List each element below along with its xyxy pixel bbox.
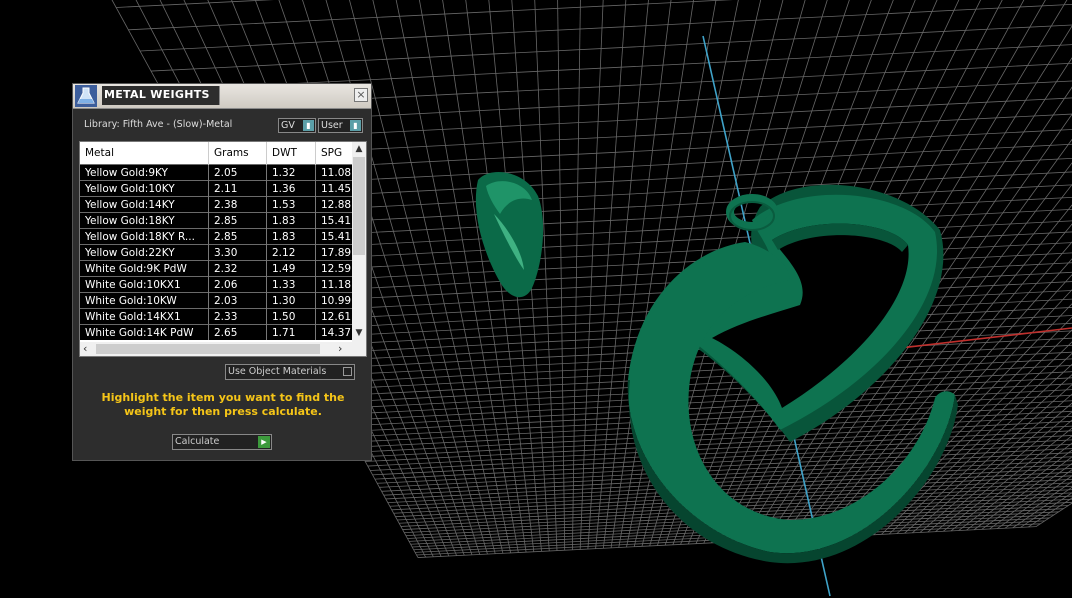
- user-dropdown-value: User: [321, 120, 343, 131]
- play-icon: ▶: [258, 436, 270, 448]
- horizontal-scrollbar[interactable]: ‹ ›: [80, 342, 366, 356]
- dwt-cell: 1.71: [266, 324, 316, 340]
- grid-line: [161, 44, 1072, 91]
- table-row[interactable]: Yellow Gold:10KY 2.11 1.36 11.45: [80, 180, 364, 197]
- library-label: Library: Fifth Ave - (Slow)-Metal: [84, 119, 233, 130]
- table-row[interactable]: Yellow Gold:18KY R... 2.85 1.83 15.41: [80, 228, 364, 245]
- use-object-materials-label: Use Object Materials: [228, 366, 327, 377]
- dwt-cell: 1.83: [266, 212, 316, 229]
- vertical-scrollbar[interactable]: ▲ ▼: [352, 142, 366, 342]
- dwt-cell: 1.53: [266, 196, 316, 213]
- metal-cell: Yellow Gold:18KY R...: [80, 228, 209, 245]
- metal-table-container[interactable]: Metal Grams DWT SPG Yellow Gold:9KY 2.05 1…: [79, 141, 367, 357]
- grams-cell: 2.03: [208, 292, 267, 309]
- table-row[interactable]: White Gold:14KX1 2.33 1.50 12.61: [80, 308, 364, 325]
- grid-line: [557, 0, 566, 551]
- table-row[interactable]: Yellow Gold:18KY 2.85 1.83 15.41: [80, 212, 364, 229]
- calculate-button[interactable]: Calculate ▶: [172, 434, 272, 450]
- user-dropdown[interactable]: User ▮: [318, 118, 363, 133]
- grams-cell: 2.85: [208, 228, 267, 245]
- dwt-cell: 1.32: [266, 164, 316, 181]
- dwt-cell: 1.50: [266, 308, 316, 325]
- grid-line: [329, 358, 1072, 397]
- grams-cell: 2.38: [208, 196, 267, 213]
- metal-cell: White Gold:14KX1: [80, 308, 209, 325]
- calculate-label: Calculate: [175, 436, 220, 447]
- scroll-up-icon[interactable]: ▲: [352, 144, 366, 154]
- dialog-title: METAL WEIGHTS: [102, 86, 220, 105]
- grams-cell: 2.32: [208, 260, 267, 277]
- metal-cell: White Gold:10KX1: [80, 276, 209, 293]
- use-object-materials-checkbox[interactable]: Use Object Materials: [225, 364, 355, 380]
- gv-dropdown-value: GV: [281, 120, 295, 131]
- table-row[interactable]: White Gold:10KX1 2.06 1.33 11.18: [80, 276, 364, 293]
- beaker-icon: [75, 85, 97, 107]
- metal-cell: White Gold:10KW: [80, 292, 209, 309]
- gv-dropdown[interactable]: GV ▮: [278, 118, 316, 133]
- table-row[interactable]: White Gold:14K PdW 2.65 1.71 14.37: [80, 324, 364, 340]
- vertical-scroll-thumb[interactable]: [353, 157, 365, 255]
- grams-cell: 2.05: [208, 164, 267, 181]
- close-icon: ×: [356, 88, 366, 101]
- close-button[interactable]: ×: [354, 88, 368, 102]
- metal-table: Metal Grams DWT SPG Yellow Gold:9KY 2.05 1…: [80, 142, 364, 340]
- metal-cell: Yellow Gold:9KY: [80, 164, 209, 181]
- dwt-cell: 2.12: [266, 244, 316, 261]
- dwt-cell: 1.33: [266, 276, 316, 293]
- scroll-down-icon[interactable]: ▼: [352, 328, 366, 338]
- metal-cell: Yellow Gold:14KY: [80, 196, 209, 213]
- table-header-row: Metal Grams DWT SPG: [80, 142, 364, 165]
- metal-weights-dialog: METAL WEIGHTS × Library: Fifth Ave - (Sl…: [72, 83, 372, 461]
- grams-cell: 2.85: [208, 212, 267, 229]
- metal-cell: Yellow Gold:22KY: [80, 244, 209, 261]
- table-row[interactable]: Yellow Gold:22KY 3.30 2.12 17.89: [80, 244, 364, 261]
- dialog-titlebar[interactable]: METAL WEIGHTS ×: [73, 84, 371, 109]
- grams-cell: 3.30: [208, 244, 267, 261]
- dwt-cell: 1.30: [266, 292, 316, 309]
- dwt-cell: 1.36: [266, 180, 316, 197]
- grams-cell: 2.06: [208, 276, 267, 293]
- column-header-dwt[interactable]: DWT: [266, 142, 316, 165]
- dwt-cell: 1.49: [266, 260, 316, 277]
- bail-model[interactable]: [475, 172, 544, 298]
- column-header-grams[interactable]: Grams: [208, 142, 267, 165]
- dwt-cell: 1.83: [266, 228, 316, 245]
- metal-cell: Yellow Gold:18KY: [80, 212, 209, 229]
- metal-cell: Yellow Gold:10KY: [80, 180, 209, 197]
- grams-cell: 2.11: [208, 180, 267, 197]
- grams-cell: 2.33: [208, 308, 267, 325]
- titlebar-divider: [219, 86, 220, 105]
- dropdown-arrow-icon: ▮: [303, 120, 314, 131]
- metal-cell: White Gold:14K PdW: [80, 324, 209, 340]
- instruction-text: Highlight the item you want to find the …: [101, 391, 345, 418]
- table-row[interactable]: White Gold:9K PdW 2.32 1.49 12.59: [80, 260, 364, 277]
- scroll-left-icon[interactable]: ‹: [83, 342, 87, 355]
- column-header-metal[interactable]: Metal: [80, 142, 209, 165]
- checkbox-icon: [343, 367, 352, 376]
- horizontal-scroll-thumb[interactable]: [96, 344, 320, 354]
- scroll-right-icon[interactable]: ›: [338, 342, 342, 355]
- table-row[interactable]: Yellow Gold:9KY 2.05 1.32 11.08: [80, 164, 364, 181]
- table-row[interactable]: White Gold:10KW 2.03 1.30 10.99: [80, 292, 364, 309]
- metal-cell: White Gold:9K PdW: [80, 260, 209, 277]
- dropdown-arrow-icon: ▮: [350, 120, 361, 131]
- grid-line: [139, 3, 1072, 52]
- table-row[interactable]: Yellow Gold:14KY 2.38 1.53 12.88: [80, 196, 364, 213]
- grams-cell: 2.65: [208, 324, 267, 340]
- grid-line: [572, 0, 581, 550]
- grid-line: [150, 24, 1072, 72]
